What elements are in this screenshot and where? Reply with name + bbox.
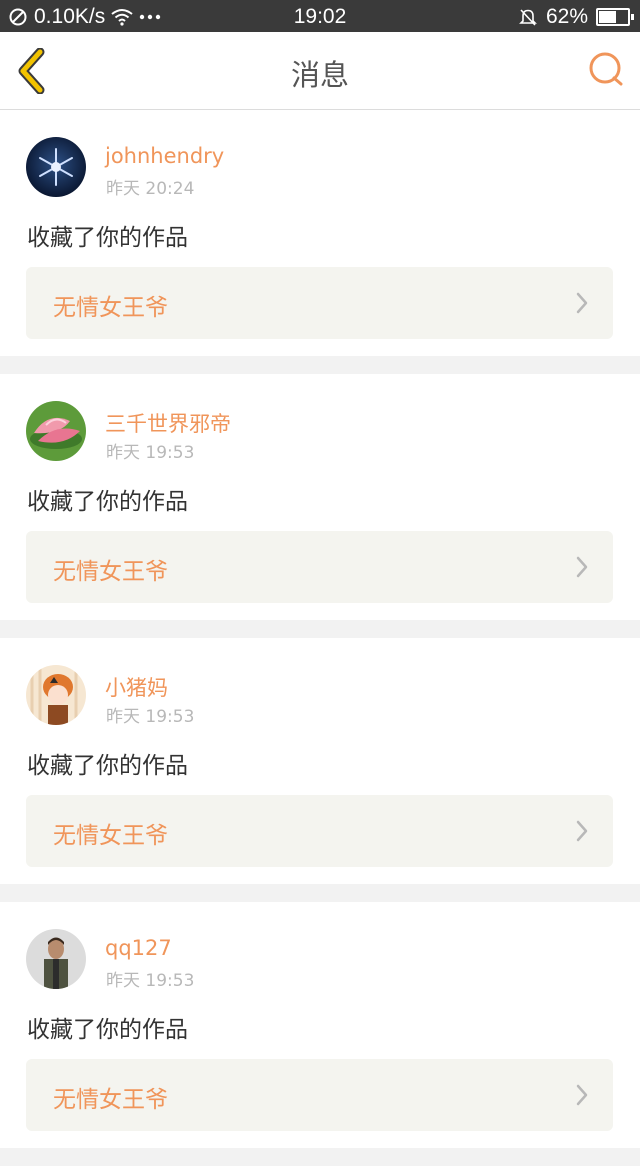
work-title: 无情女王爷 bbox=[53, 823, 168, 849]
status-bar: 0.10K/s 19:02 62% bbox=[0, 0, 640, 32]
work-title: 无情女王爷 bbox=[53, 1087, 168, 1113]
work-link[interactable]: 无情女王爷 bbox=[26, 267, 613, 339]
chevron-right-icon bbox=[576, 556, 588, 578]
nav-bar: 消息 bbox=[0, 32, 640, 110]
message-card: johnhendry 昨天 20:24 收藏了你的作品 无情女王爷 bbox=[0, 110, 640, 356]
action-text: 收藏了你的作品 bbox=[27, 225, 188, 251]
bell-muted-icon bbox=[519, 9, 537, 26]
chevron-right-icon bbox=[576, 1084, 588, 1106]
message-card: 三千世界邪帝 昨天 19:53 收藏了你的作品 无情女王爷 bbox=[0, 374, 640, 620]
battery-percent: 62% bbox=[545, 5, 588, 28]
work-link[interactable]: 无情女王爷 bbox=[26, 795, 613, 867]
action-text: 收藏了你的作品 bbox=[27, 753, 188, 779]
chevron-right-icon bbox=[576, 292, 588, 314]
message-time: 昨天 19:53 bbox=[106, 707, 195, 727]
avatar[interactable] bbox=[26, 665, 86, 725]
work-link[interactable]: 无情女王爷 bbox=[26, 531, 613, 603]
work-title: 无情女王爷 bbox=[53, 295, 168, 321]
username[interactable]: qq127 bbox=[105, 936, 172, 960]
work-title: 无情女王爷 bbox=[53, 559, 168, 585]
soldier-avatar-image bbox=[26, 929, 86, 989]
username[interactable]: johnhendry bbox=[105, 144, 224, 168]
status-right: 62% bbox=[518, 5, 634, 29]
work-link[interactable]: 无情女王爷 bbox=[26, 1059, 613, 1131]
snowflake-avatar-image bbox=[26, 137, 86, 197]
search-button[interactable] bbox=[586, 50, 626, 90]
anime-girl-avatar-image bbox=[26, 665, 86, 725]
action-text: 收藏了你的作品 bbox=[27, 1017, 188, 1043]
chevron-right-icon bbox=[576, 820, 588, 842]
message-time: 昨天 19:53 bbox=[106, 971, 195, 991]
message-card: 小猪妈 昨天 19:53 收藏了你的作品 无情女王爷 bbox=[0, 638, 640, 884]
message-time: 昨天 19:53 bbox=[106, 443, 195, 463]
username[interactable]: 三千世界邪帝 bbox=[105, 408, 231, 438]
lotus-avatar-image bbox=[26, 401, 86, 461]
message-list: johnhendry 昨天 20:24 收藏了你的作品 无情女王爷 三千世界邪帝… bbox=[0, 110, 640, 1166]
message-card: qq127 昨天 19:53 收藏了你的作品 无情女王爷 bbox=[0, 902, 640, 1148]
avatar[interactable] bbox=[26, 137, 86, 197]
avatar[interactable] bbox=[26, 929, 86, 989]
battery-fill bbox=[599, 11, 616, 23]
message-time: 昨天 20:24 bbox=[106, 179, 195, 199]
avatar[interactable] bbox=[26, 401, 86, 461]
action-text: 收藏了你的作品 bbox=[27, 489, 188, 515]
username[interactable]: 小猪妈 bbox=[105, 672, 168, 702]
page-title: 消息 bbox=[290, 58, 349, 92]
search-icon bbox=[589, 52, 623, 86]
battery-icon bbox=[596, 8, 634, 26]
